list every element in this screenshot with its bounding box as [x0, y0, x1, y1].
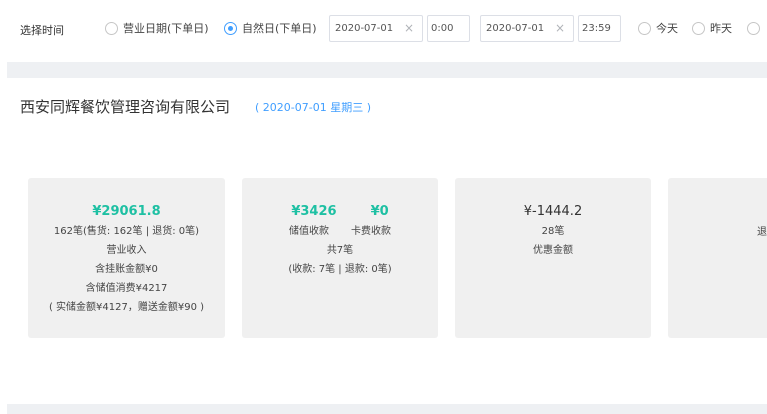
radio-more[interactable] — [747, 18, 765, 38]
clear-end-date-icon[interactable]: × — [555, 21, 565, 35]
start-time-value: 0:00 — [431, 23, 454, 34]
radio-natural-day-label: 自然日(下单日) — [242, 22, 317, 35]
card-fee-label: 卡费收款 — [351, 226, 391, 237]
card-fee-amount: ¥0 — [370, 204, 389, 219]
radio-natural-day[interactable]: 自然日(下单日) — [224, 18, 317, 38]
radio-yesterday-label: 昨天 — [710, 22, 732, 35]
end-time-input[interactable]: 23:59 — [578, 15, 621, 42]
refund-card[interactable]: 退 — [668, 178, 767, 338]
filter-label: 选择时间 — [20, 24, 64, 37]
end-date-input[interactable]: 2020-07-01 × — [480, 15, 574, 42]
radio-unchecked-icon — [105, 21, 118, 35]
revenue-amount: ¥29061.8 — [92, 204, 161, 219]
end-time-value: 23:59 — [582, 23, 611, 34]
discount-amount: ¥-1444.2 — [523, 204, 583, 219]
report-date: ( 2020-07-01 星期三 ) — [255, 101, 371, 114]
stored-amount: ¥3426 — [291, 204, 337, 219]
company-name: 西安同辉餐饮管理咨询有限公司 — [20, 98, 231, 116]
clear-start-date-icon[interactable]: × — [404, 21, 414, 35]
bottom-divider — [7, 404, 767, 414]
section-divider — [7, 62, 767, 78]
radio-today-label: 今天 — [656, 22, 678, 35]
discount-card[interactable]: ¥-1444.2 28笔 优惠金额 — [455, 178, 651, 338]
radio-checked-icon — [224, 21, 237, 35]
stored-label: 储值收款 — [289, 226, 329, 237]
time-filter-bar: 选择时间 营业日期(下单日) 自然日(下单日) 2020-07-01 × 0:0… — [0, 0, 767, 60]
revenue-stored-detail: ( 实储金额¥4127，赠送金额¥90 ) — [48, 302, 205, 313]
stored-detail: (收款: 7笔 | 退款: 0笔) — [288, 264, 392, 275]
start-date-input[interactable]: 2020-07-01 × — [329, 15, 423, 42]
radio-business-day-label: 营业日期(下单日) — [123, 22, 209, 35]
end-date-value: 2020-07-01 — [486, 23, 545, 34]
revenue-label: 营业收入 — [106, 245, 147, 256]
radio-today[interactable]: 今天 — [638, 18, 678, 38]
discount-label: 优惠金额 — [533, 245, 573, 256]
radio-unchecked-icon — [692, 21, 705, 35]
discount-count: 28笔 — [541, 226, 565, 237]
start-time-input[interactable]: 0:00 — [427, 15, 470, 42]
revenue-stored: 含储值消费¥4217 — [85, 283, 168, 294]
revenue-count: 162笔(售货: 162笔 | 退货: 0笔) — [53, 226, 200, 237]
radio-unchecked-icon — [638, 21, 651, 35]
radio-business-day[interactable]: 营业日期(下单日) — [105, 18, 209, 38]
stored-value-card[interactable]: ¥3426 ¥0 储值收款 卡费收款 共7笔 (收款: 7笔 | 退款: 0笔) — [242, 178, 438, 338]
refund-label-partial: 退 — [757, 227, 767, 238]
revenue-credit: 含挂账金额¥0 — [95, 264, 158, 275]
radio-yesterday[interactable]: 昨天 — [692, 18, 732, 38]
radio-unchecked-icon — [747, 21, 760, 35]
stored-total: 共7笔 — [326, 245, 354, 256]
start-date-value: 2020-07-01 — [335, 23, 394, 34]
revenue-card[interactable]: ¥29061.8 162笔(售货: 162笔 | 退货: 0笔) 营业收入 含挂… — [28, 178, 225, 338]
